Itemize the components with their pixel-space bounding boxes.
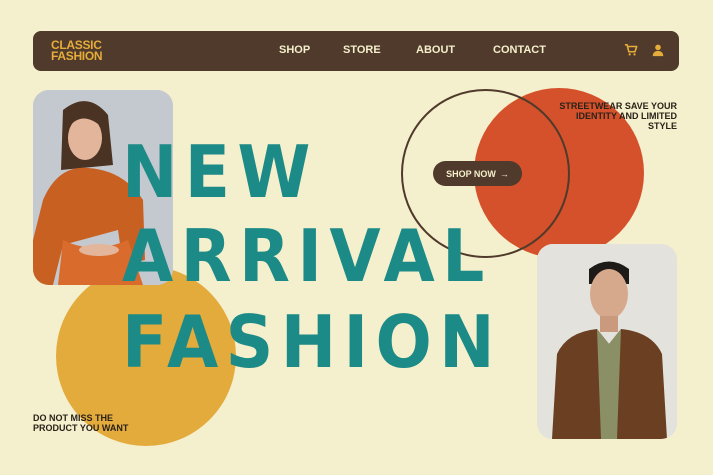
shop-now-button[interactable]: SHOP NOW → (433, 161, 522, 186)
headline-line-1: NEW (122, 130, 318, 214)
nav-store[interactable]: STORE (343, 44, 381, 56)
shop-now-label: SHOP NOW (446, 168, 496, 179)
brand-line-2: FASHION (51, 49, 103, 63)
model-photo-man (537, 244, 677, 439)
promo-text: DO NOT MISS THE PRODUCT YOU WANT (33, 413, 129, 433)
man-illustration (537, 244, 677, 439)
nav-about[interactable]: ABOUT (416, 44, 455, 56)
nav-shop[interactable]: SHOP (279, 44, 310, 56)
streetwear-tagline: STREETWEAR SAVE YOUR IDENTITY AND LIMITE… (559, 101, 677, 131)
headline-line-3: FASHION (122, 300, 502, 384)
nav-contact[interactable]: CONTACT (493, 44, 546, 56)
arrow-right-icon: → (499, 168, 509, 179)
headline-line-2: ARRIVAL (122, 214, 492, 298)
user-icon[interactable] (651, 43, 665, 57)
cart-icon[interactable] (624, 43, 638, 57)
top-navbar: CLASSIC FASHION SHOP STORE ABOUT CONTACT (33, 31, 679, 71)
brand-logo[interactable]: CLASSIC FASHION (51, 39, 103, 63)
